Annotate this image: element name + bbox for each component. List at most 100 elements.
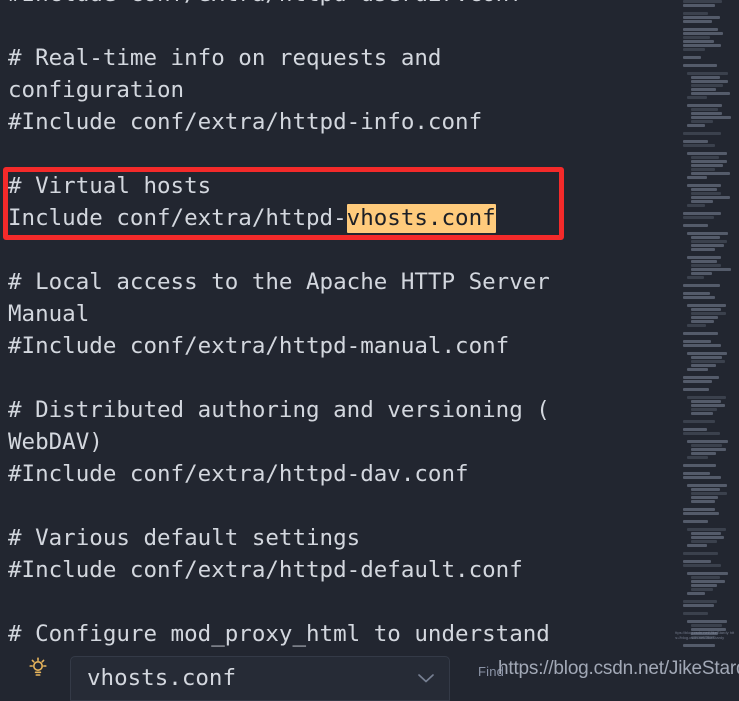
code-line[interactable]: #Include conf/extra/httpd-info.conf bbox=[0, 106, 660, 138]
search-match-highlight: vhosts.conf bbox=[346, 204, 496, 233]
minimap-line bbox=[691, 532, 722, 535]
minimap-line bbox=[683, 520, 708, 523]
minimap-line bbox=[691, 624, 723, 627]
find-input[interactable]: vhosts.conf bbox=[70, 656, 450, 701]
minimap-line bbox=[691, 540, 717, 543]
minimap-line bbox=[691, 248, 715, 251]
minimap-line bbox=[683, 0, 723, 3]
code-line-virtual-hosts-comment[interactable]: # Virtual hosts bbox=[0, 170, 660, 202]
minimap-line bbox=[687, 72, 729, 75]
minimap-line bbox=[687, 368, 708, 371]
minimap-line bbox=[691, 536, 725, 539]
code-line-blank[interactable] bbox=[0, 490, 660, 522]
code-line-include-vhosts[interactable]: Include conf/extra/httpd-vhosts.conf bbox=[0, 202, 660, 234]
minimap-line bbox=[683, 476, 721, 479]
minimap-line bbox=[687, 256, 721, 259]
minimap-line bbox=[691, 356, 722, 359]
minimap-line bbox=[687, 176, 707, 179]
code-text-area[interactable]: #Include conf/extra/httpd-userdir.conf #… bbox=[0, 0, 660, 655]
minimap-line bbox=[691, 80, 728, 83]
minimap-line bbox=[683, 32, 723, 35]
minimap-line bbox=[691, 164, 723, 167]
code-line-blank[interactable] bbox=[0, 10, 660, 42]
minimap-line bbox=[687, 440, 729, 443]
code-line-blank[interactable] bbox=[0, 362, 660, 394]
minimap-line bbox=[687, 152, 728, 155]
code-line[interactable]: #Include conf/extra/httpd-manual.conf bbox=[0, 330, 660, 362]
minimap-line bbox=[691, 264, 721, 267]
minimap-line bbox=[691, 580, 726, 583]
minimap-line bbox=[691, 172, 730, 175]
minimap-line bbox=[687, 204, 705, 207]
editor-minimap[interactable]: https://blog.csdn.net/JikeStardy https:/… bbox=[675, 0, 739, 695]
code-line[interactable]: # Distributed authoring and versioning ( bbox=[0, 394, 660, 426]
code-line[interactable]: # Local access to the Apache HTTP Server bbox=[0, 266, 660, 298]
watermark-url: https://blog.csdn.net/JikeStardy bbox=[498, 658, 739, 679]
code-line[interactable]: #Include conf/extra/httpd-userdir.conf bbox=[0, 0, 660, 10]
minimap-line bbox=[683, 376, 719, 379]
minimap-line bbox=[691, 316, 719, 319]
minimap-line bbox=[683, 64, 717, 67]
code-editor[interactable]: #Include conf/extra/httpd-userdir.conf #… bbox=[0, 0, 739, 695]
code-line-blank[interactable] bbox=[0, 586, 660, 618]
code-line-include-vhosts-prefix: Include conf/extra/httpd- bbox=[8, 205, 347, 231]
minimap-line bbox=[683, 388, 709, 391]
minimap-line bbox=[687, 620, 727, 623]
code-line-blank[interactable] bbox=[0, 138, 660, 170]
code-line-blank[interactable] bbox=[0, 234, 660, 266]
minimap-line bbox=[691, 400, 721, 403]
minimap-line bbox=[683, 644, 716, 647]
minimap-line bbox=[683, 56, 702, 59]
minimap-line bbox=[691, 236, 720, 239]
minimap-line bbox=[691, 584, 718, 587]
minimap-line bbox=[691, 496, 718, 499]
minimap-line bbox=[683, 344, 722, 347]
minimap-line bbox=[683, 552, 719, 555]
minimap-line bbox=[683, 224, 709, 227]
minimap-line bbox=[691, 156, 719, 159]
minimap-line bbox=[683, 600, 717, 603]
minimap-line bbox=[691, 412, 714, 415]
minimap-line bbox=[687, 456, 709, 459]
minimap-line bbox=[691, 116, 731, 119]
code-line[interactable]: # Real-time info on requests and bbox=[0, 42, 660, 74]
minimap-line bbox=[683, 212, 721, 215]
chevron-down-icon[interactable] bbox=[417, 669, 435, 683]
minimap-line bbox=[683, 36, 710, 39]
minimap-line bbox=[687, 352, 727, 355]
minimap-line bbox=[691, 452, 717, 455]
minimap-line bbox=[691, 196, 731, 199]
code-line[interactable]: #Include conf/extra/httpd-default.conf bbox=[0, 554, 660, 586]
minimap-line bbox=[691, 200, 713, 203]
minimap-line bbox=[691, 272, 713, 275]
minimap-line bbox=[683, 44, 722, 47]
lightbulb-icon[interactable] bbox=[26, 656, 50, 680]
minimap-line bbox=[691, 240, 728, 243]
minimap-line bbox=[683, 16, 720, 19]
minimap-line bbox=[687, 96, 708, 99]
code-line[interactable]: configuration bbox=[0, 74, 660, 106]
minimap-line bbox=[683, 216, 715, 219]
minimap-line bbox=[691, 408, 718, 411]
minimap-line bbox=[683, 612, 709, 615]
minimap-line bbox=[683, 432, 720, 435]
code-line[interactable]: # Configure mod_proxy_html to understand bbox=[0, 618, 660, 650]
minimap-line bbox=[683, 48, 706, 51]
minimap-line bbox=[683, 40, 714, 43]
minimap-line bbox=[683, 380, 713, 383]
minimap-line bbox=[687, 232, 728, 235]
minimap-line bbox=[687, 544, 708, 547]
code-line[interactable]: # Various default settings bbox=[0, 522, 660, 554]
minimap-line bbox=[691, 488, 720, 491]
code-line[interactable]: WebDAV) bbox=[0, 426, 660, 458]
minimap-line bbox=[687, 484, 728, 487]
minimap-line bbox=[691, 360, 725, 363]
minimap-line bbox=[691, 320, 714, 323]
code-line[interactable]: #Include conf/extra/httpd-dav.conf bbox=[0, 458, 660, 490]
minimap-line bbox=[691, 112, 722, 115]
minimap-line bbox=[683, 332, 718, 335]
minimap-line bbox=[683, 12, 708, 15]
minimap-line bbox=[687, 104, 722, 107]
minimap-line bbox=[691, 120, 714, 123]
code-line[interactable]: Manual bbox=[0, 298, 660, 330]
